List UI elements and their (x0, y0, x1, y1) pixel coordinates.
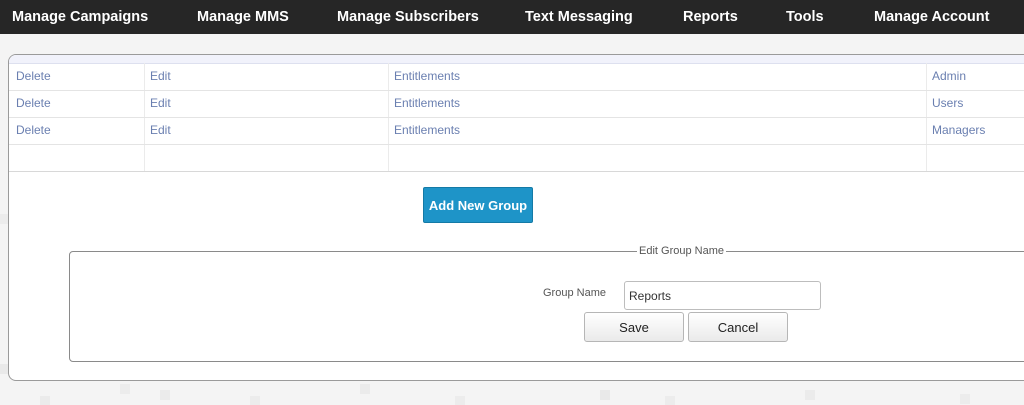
edit-link[interactable]: Edit (150, 63, 171, 90)
add-new-group-button[interactable]: Add New Group (423, 187, 533, 223)
nav-manage-mms[interactable]: Manage MMS (197, 0, 289, 34)
group-name-link[interactable]: Admin (932, 63, 966, 90)
delete-link[interactable]: Delete (16, 117, 51, 144)
grid-bottom-border (9, 171, 1024, 172)
table-row-empty (9, 144, 1024, 171)
nav-manage-account[interactable]: Manage Account (874, 0, 989, 34)
nav-manage-campaigns[interactable]: Manage Campaigns (12, 0, 148, 34)
table-row: Delete Edit Entitlements Managers (9, 117, 1024, 145)
save-button[interactable]: Save (584, 312, 684, 342)
group-name-link[interactable]: Managers (932, 117, 985, 144)
delete-link[interactable]: Delete (16, 90, 51, 117)
top-navigation: Manage Campaigns Manage MMS Manage Subsc… (0, 0, 1024, 34)
entitlements-link[interactable]: Entitlements (394, 63, 460, 90)
nav-tools[interactable]: Tools (786, 0, 824, 34)
nav-text-messaging[interactable]: Text Messaging (525, 0, 633, 34)
edit-link[interactable]: Edit (150, 90, 171, 117)
table-row: Delete Edit Entitlements Users (9, 90, 1024, 118)
group-name-label: Group Name (543, 287, 606, 299)
fieldset-legend: Edit Group Name (637, 244, 726, 258)
entitlements-link[interactable]: Entitlements (394, 90, 460, 117)
nav-manage-subscribers[interactable]: Manage Subscribers (337, 0, 479, 34)
entitlements-link[interactable]: Entitlements (394, 117, 460, 144)
nav-reports[interactable]: Reports (683, 0, 738, 34)
delete-link[interactable]: Delete (16, 63, 51, 90)
group-name-link[interactable]: Users (932, 90, 963, 117)
edit-link[interactable]: Edit (150, 117, 171, 144)
group-name-input[interactable] (624, 281, 821, 310)
cancel-button[interactable]: Cancel (688, 312, 788, 342)
table-row: Delete Edit Entitlements Admin (9, 63, 1024, 91)
edit-group-name-fieldset: Edit Group Name (69, 244, 1024, 362)
groups-panel: Delete Edit Entitlements Admin Delete Ed… (8, 54, 1024, 381)
